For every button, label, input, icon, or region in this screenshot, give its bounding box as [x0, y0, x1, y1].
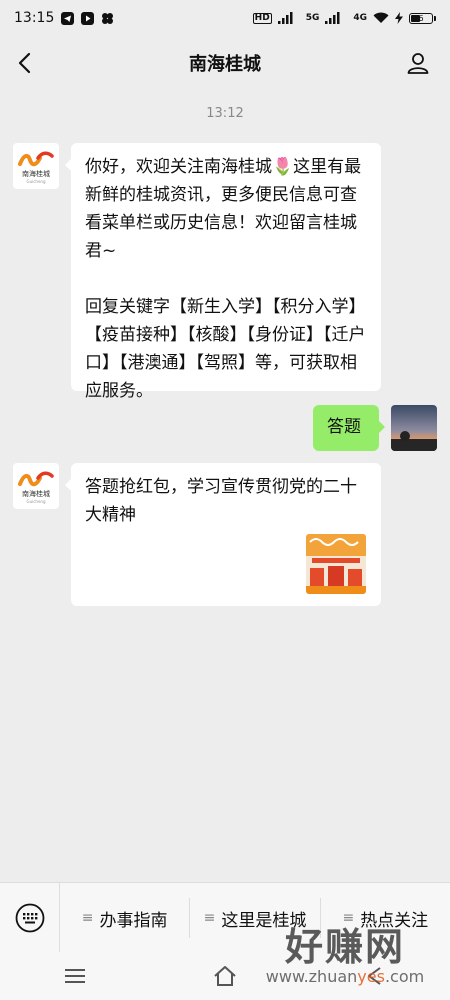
chat-header: 南海桂城 [0, 36, 450, 90]
menu-lines-icon: ≡ [203, 910, 216, 926]
keyboard-toggle-button[interactable] [0, 883, 60, 953]
message-text: 答题 [327, 417, 361, 437]
back-arrow-icon [18, 52, 31, 74]
menu-item-about-guicheng[interactable]: ≡ 这里是桂城 [190, 898, 321, 938]
wifi-icon [373, 11, 389, 25]
menu-item-guide[interactable]: ≡ 办事指南 [60, 898, 191, 938]
guicheng-logo-icon [18, 151, 54, 167]
menu-icon [65, 969, 85, 983]
hd-indicator: HD [252, 12, 272, 24]
message-text-keywords: 回复关键字【新生入学】【积分入学】【疫苗接种】【核酸】【身份证】【迁户口】【港澳… [85, 297, 366, 401]
menu-item-label: 办事指南 [99, 910, 168, 931]
menu-item-hot-topics[interactable]: ≡ 热点关注 [321, 898, 450, 938]
official-account-avatar[interactable]: 南海桂城 Guicheng [13, 143, 59, 189]
menu-item-label: 这里是桂城 [221, 910, 307, 931]
avatar-brand-text: 南海桂城 [22, 490, 50, 498]
message-text: 你好，欢迎关注南海桂城🌷这里有最新鲜的桂城资讯，更多便民信息可查看菜单栏或历史信… [85, 157, 362, 261]
avatar-brand-en: Guicheng [26, 179, 46, 184]
menu-lines-icon: ≡ [81, 910, 94, 926]
article-title: 答题抢红包，学习宣传贯彻党的二十大精神 [85, 477, 357, 525]
official-account-avatar[interactable]: 南海桂城 Guicheng [13, 463, 59, 509]
page-title: 南海桂城 [189, 54, 261, 75]
back-button[interactable] [10, 49, 38, 77]
back-nav-button[interactable] [355, 961, 395, 991]
net-4g-label: 4G [353, 12, 367, 23]
flower-app-icon [100, 11, 114, 25]
guicheng-logo-icon [18, 471, 54, 487]
video-app-icon [80, 11, 94, 25]
signal-4g-icon [325, 11, 347, 25]
net-5g-label: 5G [305, 12, 320, 23]
menu-bar: ≡ 办事指南 ≡ 这里是桂城 ≡ 热点关注 [0, 882, 450, 953]
message-bubble[interactable]: 你好，欢迎关注南海桂城🌷这里有最新鲜的桂城资讯，更多便民信息可查看菜单栏或历史信… [65, 143, 381, 401]
profile-button[interactable] [404, 49, 432, 77]
menu-item-label: 热点关注 [360, 910, 429, 931]
menu-lines-icon: ≡ [342, 910, 355, 926]
status-bar: 13:15 HD 5G 4G 6 [0, 0, 450, 36]
telegram-icon [60, 11, 74, 25]
user-message-bubble[interactable]: 答题 [313, 405, 385, 451]
home-icon [214, 966, 236, 986]
avatar-brand-text: 南海桂城 [22, 170, 50, 178]
message-timestamp: 13:12 [206, 106, 244, 121]
user-avatar[interactable] [391, 405, 437, 451]
battery-icon: 6 [409, 12, 436, 24]
avatar-brand-en: Guicheng [26, 499, 46, 504]
system-nav-bar [0, 952, 450, 1000]
back-triangle-icon [368, 967, 381, 985]
article-thumbnail [306, 534, 366, 594]
charging-icon [395, 11, 403, 25]
home-button[interactable] [205, 961, 245, 991]
keyboard-icon [15, 903, 44, 933]
recent-apps-button[interactable] [55, 961, 95, 991]
signal-5g-icon [277, 11, 300, 25]
status-time: 13:15 [14, 10, 55, 26]
battery-level: 6 [418, 13, 424, 23]
person-icon [407, 53, 429, 74]
